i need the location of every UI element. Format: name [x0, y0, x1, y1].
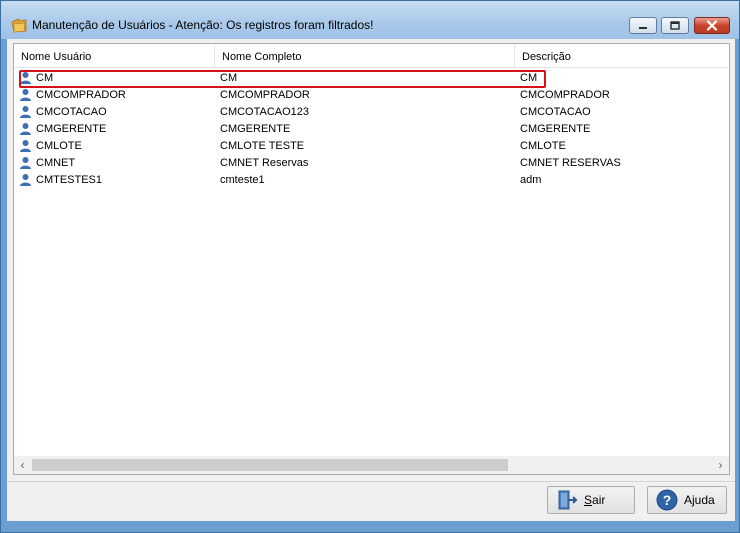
help-icon: ? [656, 489, 678, 511]
folder-icon [11, 18, 27, 33]
column-header-username[interactable]: Nome Usuário [14, 44, 215, 68]
column-header-fullname[interactable]: Nome Completo [215, 44, 515, 68]
cell-fullname: CMCOMPRADOR [220, 89, 310, 101]
minimize-icon [639, 26, 647, 29]
close-icon [706, 20, 718, 31]
cell-username: CMCOMPRADOR [36, 89, 126, 101]
cell-fullname: CMLOTE TESTE [220, 140, 305, 152]
cell-fullname: CMCOTACAO123 [220, 106, 310, 118]
table-row[interactable]: CM CM CM [14, 70, 729, 87]
cell-description: CM [520, 72, 538, 84]
exit-button-label: Sair [584, 493, 606, 507]
help-button[interactable]: ? Ajuda [647, 486, 727, 514]
user-icon [20, 157, 31, 169]
cell-description: CMCOTACAO [520, 106, 591, 118]
cell-description: CMLOTE [520, 140, 566, 152]
cell-fullname: cmteste1 [220, 174, 265, 186]
horizontal-scrollbar[interactable]: ‹ › [14, 456, 729, 474]
user-icon [20, 174, 31, 186]
table-row[interactable]: CMTESTES1 cmteste1 adm [14, 172, 729, 189]
scroll-right-icon[interactable]: › [712, 456, 729, 474]
close-button[interactable] [694, 17, 730, 34]
dialog-client-area: Nome Usuário Nome Completo Descrição CM … [7, 39, 735, 521]
help-button-label: Ajuda [684, 493, 715, 507]
user-icon [20, 89, 31, 101]
user-icon [20, 72, 31, 84]
cell-username: CMCOTACAO [36, 106, 107, 118]
footer-divider [7, 481, 735, 482]
table-row[interactable]: CMGERENTE CMGERENTE CMGERENTE [14, 121, 729, 138]
user-maintenance-window: Manutenção de Usuários - Atenção: Os reg… [0, 0, 740, 533]
scroll-left-icon[interactable]: ‹ [14, 456, 31, 474]
table-row[interactable]: CMCOMPRADOR CMCOMPRADOR CMCOMPRADOR [14, 87, 729, 104]
cell-description: CMCOMPRADOR [520, 89, 610, 101]
table-row[interactable]: CMLOTE CMLOTE TESTE CMLOTE [14, 138, 729, 155]
title-bar[interactable]: Manutenção de Usuários - Atenção: Os reg… [1, 1, 739, 39]
cell-description: CMGERENTE [520, 123, 591, 135]
maximize-button[interactable] [661, 17, 689, 34]
table-row[interactable]: CMCOTACAO CMCOTACAO123 CMCOTACAO [14, 104, 729, 121]
cell-username: CMGERENTE [36, 123, 107, 135]
column-header-description[interactable]: Descrição [515, 44, 729, 68]
cell-username: CMLOTE [36, 140, 82, 152]
maximize-icon [670, 20, 680, 30]
cell-username: CMTESTES1 [36, 174, 103, 186]
user-icon [20, 140, 31, 152]
user-icon [20, 106, 31, 118]
cell-fullname: CM [220, 72, 238, 84]
svg-text:?: ? [663, 492, 672, 508]
minimize-button[interactable] [629, 17, 657, 34]
users-list[interactable]: Nome Usuário Nome Completo Descrição CM … [13, 43, 730, 475]
scrollbar-thumb[interactable] [32, 459, 508, 471]
exit-door-icon [558, 490, 578, 510]
exit-button[interactable]: Sair [547, 486, 635, 514]
window-title: Manutenção de Usuários - Atenção: Os reg… [32, 18, 374, 32]
cell-username: CMNET [36, 157, 76, 169]
table-row[interactable]: CMNET CMNET Reservas CMNET RESERVAS [14, 155, 729, 172]
cell-fullname: CMGERENTE [220, 123, 291, 135]
cell-username: CM [36, 72, 54, 84]
cell-description: adm [520, 174, 542, 186]
cell-fullname: CMNET Reservas [220, 157, 309, 169]
user-icon [20, 123, 31, 135]
cell-description: CMNET RESERVAS [520, 157, 621, 169]
list-header: Nome Usuário Nome Completo Descrição [14, 44, 729, 68]
